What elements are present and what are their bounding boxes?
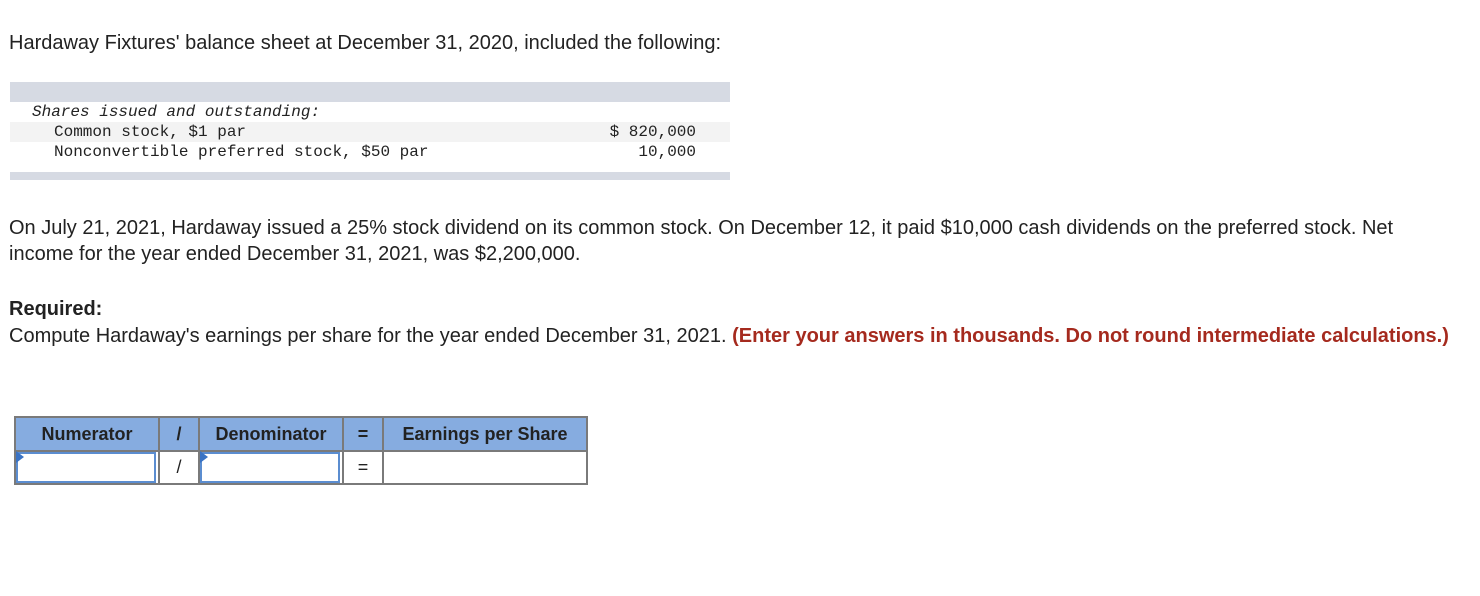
header-numerator: Numerator — [14, 416, 160, 452]
header-eps: Earnings per Share — [382, 416, 588, 452]
row-value: $ 820,000 — [609, 123, 696, 141]
header-denominator: Denominator — [198, 416, 344, 452]
eps-answer-table: Numerator / Denominator = Earnings per S… — [14, 416, 588, 485]
header-slash: / — [158, 416, 200, 452]
eps-result-cell — [382, 450, 588, 485]
table-bottom-band — [10, 172, 730, 180]
denominator-input[interactable] — [200, 452, 340, 483]
slash-cell: / — [158, 450, 200, 485]
required-note: (Enter your answers in thousands. Do not… — [732, 325, 1449, 347]
intro-text: Hardaway Fixtures' balance sheet at Dece… — [9, 32, 722, 54]
required-heading: Required: — [9, 298, 103, 320]
required-instruction-text: Compute Hardaway's earnings per share fo… — [9, 325, 727, 347]
numerator-input[interactable] — [16, 452, 156, 483]
header-row: Numerator / Denominator = Earnings per S… — [14, 416, 588, 452]
input-flag-icon — [16, 451, 24, 463]
header-equals: = — [342, 416, 384, 452]
numerator-cell — [14, 450, 160, 485]
balance-sheet-excerpt: Shares issued and outstanding: Common st… — [10, 82, 730, 180]
required-text: Compute Hardaway's earnings per share fo… — [9, 323, 1449, 349]
problem-paragraph: On July 21, 2021, Hardaway issued a 25% … — [9, 217, 1394, 265]
row-label: Nonconvertible preferred stock, $50 par — [54, 143, 429, 161]
shares-heading: Shares issued and outstanding: — [32, 103, 321, 121]
denominator-cell — [198, 450, 344, 485]
answer-row: / = — [14, 450, 588, 485]
table-row: Nonconvertible preferred stock, $50 par … — [10, 142, 730, 162]
row-label: Common stock, $1 par — [54, 123, 247, 141]
table-heading-row: Shares issued and outstanding: — [10, 102, 730, 122]
table-top-band — [10, 82, 730, 102]
input-flag-icon — [200, 451, 208, 463]
table-row: Common stock, $1 par $ 820,000 — [10, 122, 730, 142]
row-value: 10,000 — [638, 143, 696, 161]
equals-cell: = — [342, 450, 384, 485]
